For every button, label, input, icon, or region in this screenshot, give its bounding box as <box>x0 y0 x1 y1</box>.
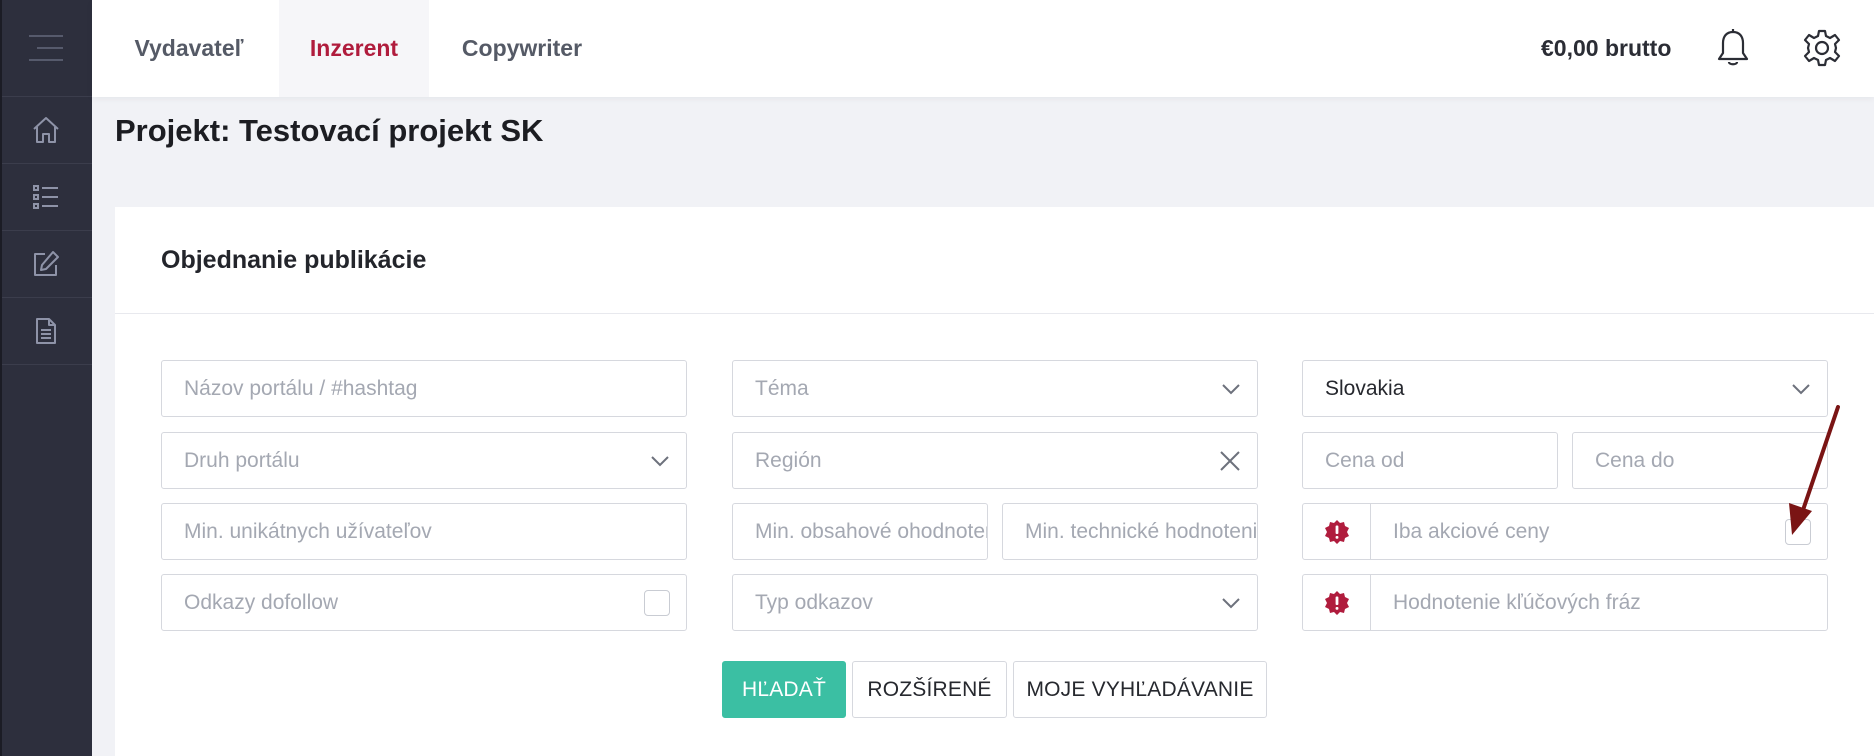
chevron-down-icon <box>1222 597 1240 608</box>
country-value: Slovakia <box>1325 376 1405 400</box>
hamburger-icon <box>29 35 63 61</box>
dofollow-label: Odkazy dofollow <box>184 590 339 614</box>
chevron-down-icon <box>1792 383 1810 394</box>
sidebar-item-edit[interactable] <box>0 231 92 298</box>
dofollow-filter[interactable]: Odkazy dofollow <box>161 574 687 631</box>
price-from-placeholder: Cena od <box>1325 448 1405 472</box>
edit-icon <box>34 251 59 276</box>
annotation-arrow <box>1789 405 1840 535</box>
promo-alert-badge <box>1303 504 1371 559</box>
sidebar-item-home[interactable] <box>0 97 92 164</box>
link-type-dropdown[interactable] <box>1221 575 1241 630</box>
portal-name-placeholder: Názov portálu / #hashtag <box>184 376 418 400</box>
dofollow-checkbox-wrap <box>644 575 670 630</box>
country-select[interactable]: Slovakia <box>1302 360 1828 417</box>
page-title: Projekt: Testovací projekt SK <box>115 113 544 148</box>
dofollow-checkbox[interactable] <box>644 589 670 616</box>
sidebar-item-document[interactable] <box>0 298 92 365</box>
search-button[interactable]: HĽADAŤ <box>722 661 846 718</box>
chevron-down-icon <box>651 455 669 466</box>
min-unique-users-placeholder: Min. unikátnych užívateľov <box>184 519 432 543</box>
card-title: Objednanie publikácie <box>115 207 1874 314</box>
home-icon <box>33 117 59 143</box>
region-clear[interactable] <box>1219 433 1241 488</box>
sidebar-edge <box>0 0 2 756</box>
menu-toggle[interactable] <box>0 0 92 97</box>
chevron-down-icon <box>1222 383 1240 394</box>
min-content-rating-placeholder: Min. obsahové ohodnotenie <box>755 519 987 543</box>
theme-dropdown[interactable] <box>1221 361 1241 416</box>
link-type-select[interactable]: Typ odkazov <box>732 574 1258 631</box>
portal-type-placeholder: Druh portálu <box>184 448 300 472</box>
min-unique-users-input[interactable]: Min. unikátnych užívateľov <box>161 503 687 560</box>
promo-prices-label: Iba akciové ceny <box>1393 519 1550 543</box>
min-technical-rating-placeholder: Min. technické hodnotenie <box>1025 519 1257 543</box>
theme-select[interactable]: Téma <box>732 360 1258 417</box>
notifications-button[interactable] <box>1709 24 1757 72</box>
top-bar: Vydavateľ Inzerent Copywriter €0,00 brut… <box>92 0 1874 97</box>
settings-button[interactable] <box>1798 24 1846 72</box>
close-icon <box>1220 450 1240 471</box>
min-content-rating-input[interactable]: Min. obsahové ohodnotenie <box>732 503 988 560</box>
document-icon <box>36 318 56 344</box>
portal-name-input[interactable]: Názov portálu / #hashtag <box>161 360 687 417</box>
portal-type-select[interactable]: Druh portálu <box>161 432 687 489</box>
sidebar-item-list[interactable] <box>0 164 92 231</box>
account-balance: €0,00 brutto <box>1541 35 1672 61</box>
bell-icon <box>1717 29 1749 66</box>
price-from-input[interactable]: Cena od <box>1302 432 1558 489</box>
alert-badge-icon <box>1324 519 1349 544</box>
promo-prices-filter[interactable]: Iba akciové ceny <box>1302 503 1828 560</box>
sidebar <box>0 0 92 756</box>
region-select[interactable]: Región <box>732 432 1258 489</box>
min-technical-rating-input[interactable]: Min. technické hodnotenie <box>1002 503 1258 560</box>
keyword-alert-badge <box>1303 575 1371 630</box>
region-placeholder: Región <box>755 448 822 472</box>
gear-icon <box>1803 29 1841 67</box>
keyword-rating-placeholder: Hodnotenie kľúčových fráz <box>1393 590 1641 614</box>
tab-copywriter[interactable]: Copywriter <box>444 0 600 97</box>
my-searches-button[interactable]: MOJE VYHĽADÁVANIE <box>1013 661 1267 718</box>
alert-badge-icon <box>1324 590 1349 615</box>
link-type-placeholder: Typ odkazov <box>755 590 873 614</box>
keyword-rating-input[interactable]: Hodnotenie kľúčových fráz <box>1302 574 1828 631</box>
list-icon <box>33 185 58 209</box>
tab-vydavatel[interactable]: Vydavateľ <box>124 0 254 97</box>
theme-placeholder: Téma <box>755 376 809 400</box>
portal-type-dropdown[interactable] <box>650 433 670 488</box>
tab-inzerent[interactable]: Inzerent <box>279 0 429 97</box>
advanced-button[interactable]: ROZŠÍRENÉ <box>852 661 1007 718</box>
